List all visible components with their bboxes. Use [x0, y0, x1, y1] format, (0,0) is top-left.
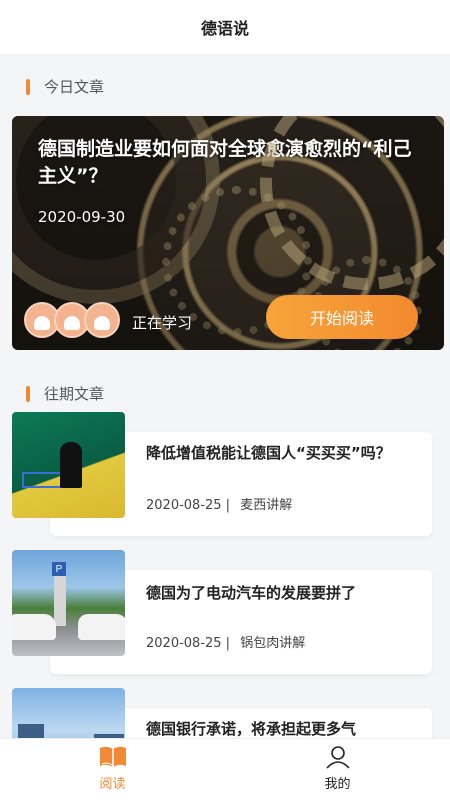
person-icon	[325, 746, 350, 769]
article-author: 锅包肉讲解	[240, 636, 306, 651]
shopping-cart-image	[22, 472, 62, 488]
charging-station-image	[54, 576, 66, 626]
list-item[interactable]: P 德国为了电动汽车的发展要拼了 2020-08-25 | 锅包肉讲解	[12, 550, 432, 674]
tab-read-label: 阅读	[99, 777, 126, 792]
section-accent-bar	[26, 385, 30, 402]
article-title[interactable]: 德国为了电动汽车的发展要拼了	[146, 582, 418, 605]
article-title[interactable]: 降低增值税能让德国人“买买买”吗？	[146, 442, 418, 465]
car-image	[78, 614, 125, 640]
article-author: 麦西讲解	[240, 498, 293, 513]
top-nav-bar: 德语说	[0, 0, 450, 54]
tab-mine-label: 我的	[324, 777, 351, 792]
past-section-header: 往期文章	[26, 383, 104, 404]
bottom-tab-bar: 阅读 我的	[0, 738, 450, 800]
page-title: 德语说	[200, 19, 249, 38]
today-section-header: 今日文章	[26, 76, 104, 97]
parking-sign-image: P	[52, 562, 66, 576]
today-article-title[interactable]: 德国制造业要如何面对全球愈演愈烈的“利己主义”？	[38, 136, 418, 190]
learning-status: 正在学习	[132, 314, 193, 332]
section-accent-bar	[26, 78, 30, 95]
article-meta: 2020-08-25 | 麦西讲解	[146, 494, 292, 513]
article-thumbnail[interactable]	[12, 412, 125, 518]
article-date: 2020-08-25 |	[146, 498, 231, 513]
start-reading-button[interactable]: 开始阅读	[266, 295, 418, 339]
list-item[interactable]: 降低增值税能让德国人“买买买”吗？ 2020-08-25 | 麦西讲解	[12, 412, 432, 536]
car-image	[12, 614, 56, 640]
article-date: 2020-08-25 |	[146, 636, 231, 651]
open-book-icon	[99, 746, 126, 767]
article-thumbnail[interactable]: P	[12, 550, 125, 656]
article-meta: 2020-08-25 | 锅包肉讲解	[146, 632, 305, 651]
person-silhouette-image	[60, 442, 82, 488]
tab-mine[interactable]: 我的	[225, 739, 450, 800]
today-article-card[interactable]: 德国制造业要如何面对全球愈演愈烈的“利己主义”？ 2020-09-30 正在学习…	[12, 116, 444, 350]
tab-read[interactable]: 阅读	[0, 739, 225, 800]
today-section-label: 今日文章	[44, 78, 105, 96]
past-section-label: 往期文章	[44, 385, 105, 403]
avatar	[84, 302, 120, 338]
learner-avatars	[24, 302, 120, 338]
today-article-date: 2020-09-30	[38, 208, 126, 226]
